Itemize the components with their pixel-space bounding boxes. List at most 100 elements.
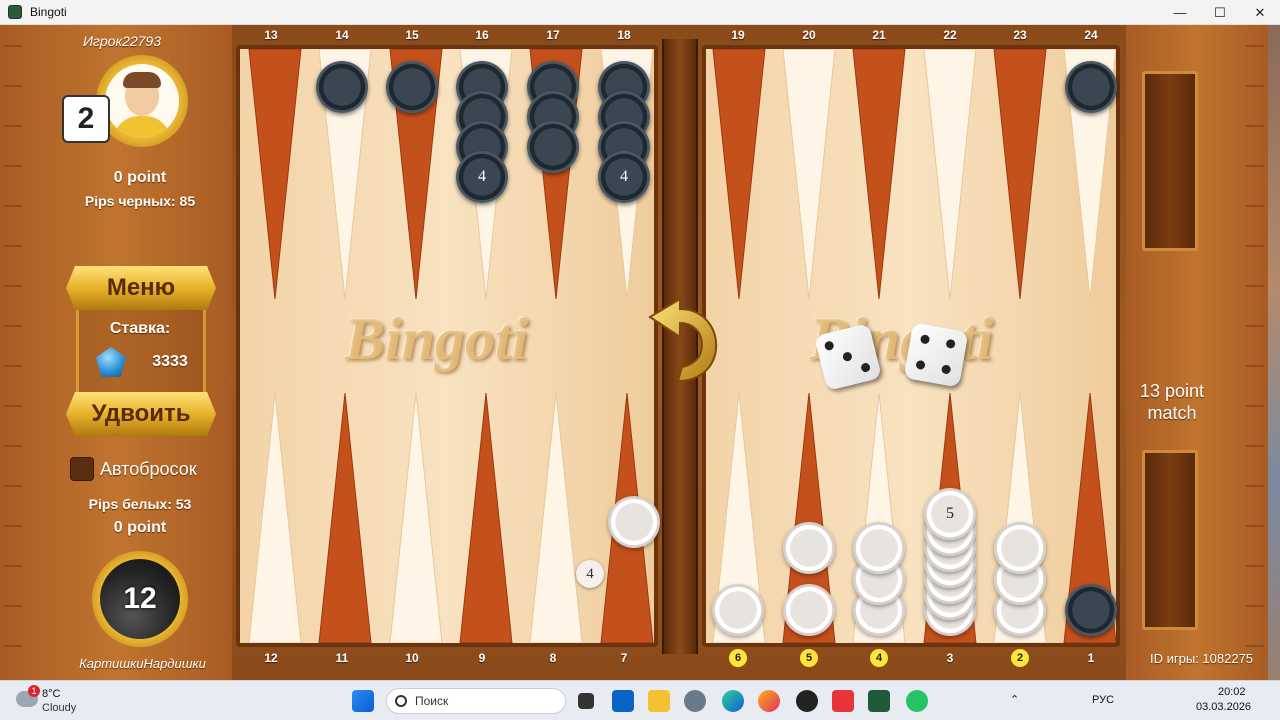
outlook-icon[interactable] [612, 690, 634, 712]
search-placeholder: Поиск [415, 694, 449, 708]
black-checker-point-14[interactable] [316, 61, 368, 113]
maximize-button[interactable]: ☐ [1200, 0, 1240, 25]
start-icon[interactable] [352, 690, 374, 712]
weather-desc: Cloudy [42, 702, 77, 714]
window-titlebar: Bingoti — ☐ ✕ [0, 0, 1280, 25]
stack-count-point-3: 5 [946, 505, 954, 522]
close-button[interactable]: ✕ [1240, 0, 1280, 25]
desktop-background [1268, 25, 1280, 680]
minimize-button[interactable]: — [1160, 0, 1200, 25]
point-number-5: 5 [800, 649, 818, 667]
point-20[interactable] [782, 49, 836, 300]
match-length-line1: 13 point [1139, 381, 1205, 401]
point-11[interactable] [318, 392, 372, 643]
point-number-9: 9 [478, 651, 486, 665]
turn-timer: 12 [92, 551, 188, 647]
autoroll-label[interactable]: Автобросок [100, 459, 220, 480]
game-window: Игрок22793 2 0 point Pips черных: 85 Мен… [0, 25, 1268, 680]
record-icon[interactable] [796, 690, 818, 712]
point-23[interactable] [993, 49, 1047, 300]
stack-count-point-18: 4 [620, 168, 628, 185]
point-number-16: 16 [475, 28, 489, 42]
bingoti-taskbar-icon[interactable] [868, 690, 890, 712]
point-number-17: 17 [546, 28, 560, 42]
point-19[interactable] [712, 49, 766, 300]
weather-temp: 8°C [42, 688, 61, 700]
point-number-2: 2 [1011, 649, 1029, 667]
game-id: ID игры: 1082275 [1150, 651, 1254, 666]
point-number-4: 4 [870, 649, 888, 667]
white-checker-point-6[interactable] [712, 584, 764, 636]
point-number-15: 15 [405, 28, 419, 42]
timer-value: 12 [100, 559, 180, 639]
firefox-icon[interactable] [758, 690, 780, 712]
point-number-19: 19 [731, 28, 745, 42]
weather-widget[interactable]: 1 8°C Cloudy [14, 685, 134, 717]
black-checker-point-18[interactable]: 4 [598, 151, 650, 203]
autoroll-checkbox[interactable] [70, 457, 94, 481]
black-checker-point-17[interactable] [527, 121, 579, 173]
point-number-24: 24 [1084, 28, 1098, 42]
clock-date[interactable]: 03.03.2026 [1196, 701, 1251, 713]
point-number-7: 7 [620, 651, 628, 665]
whatsapp-icon[interactable] [906, 690, 928, 712]
white-bearoff-tray [1142, 450, 1198, 630]
point-number-18: 18 [617, 28, 631, 42]
point-number-22: 22 [943, 28, 957, 42]
point-13[interactable] [248, 49, 302, 300]
bar-checker-count: 4 [576, 560, 604, 588]
black-checker-point-16[interactable]: 4 [456, 151, 508, 203]
point-12[interactable] [248, 392, 302, 643]
clock-time[interactable]: 20:02 [1218, 686, 1246, 698]
die-right[interactable] [903, 322, 969, 388]
point-9[interactable] [459, 392, 513, 643]
white-checker-point-7[interactable] [608, 496, 660, 548]
point-number-21: 21 [872, 28, 886, 42]
board-logo-left: Bingoti [345, 306, 529, 372]
white-checker-point-4[interactable] [853, 522, 905, 574]
task-view-icon[interactable] [578, 693, 594, 709]
black-bearoff-tray [1142, 71, 1198, 251]
bottom-player-name: КартишкиНардишки [79, 656, 206, 671]
window-title: Bingoti [30, 5, 67, 19]
point-number-13: 13 [264, 28, 278, 42]
language-indicator[interactable]: РУС [1092, 694, 1114, 706]
point-number-20: 20 [802, 28, 816, 42]
white-checker-point-3[interactable]: 5 [924, 488, 976, 540]
menu-button[interactable]: Меню [66, 266, 216, 310]
stack-count-point-16: 4 [478, 168, 486, 185]
search-icon [395, 695, 407, 707]
white-checker-point-2[interactable] [994, 522, 1046, 574]
point-number-11: 11 [335, 651, 349, 665]
point-22[interactable] [923, 49, 977, 300]
match-length-label: 13 point match [1128, 380, 1216, 424]
point-10[interactable] [389, 392, 443, 643]
black-checker-point-24[interactable] [1065, 61, 1117, 113]
notification-badge: 1 [28, 685, 40, 697]
bingoti-app-icon [8, 5, 22, 19]
top-player-score: 2 [62, 95, 110, 143]
settings-icon[interactable] [684, 690, 706, 712]
point-number-10: 10 [405, 651, 419, 665]
point-number-12: 12 [264, 651, 278, 665]
tray-chevron-up-icon[interactable]: ⌃ [1010, 693, 1019, 706]
double-button[interactable]: Удвоить [66, 392, 216, 436]
point-21[interactable] [852, 49, 906, 300]
point-number-8: 8 [549, 651, 557, 665]
white-checker-point-5[interactable] [783, 522, 835, 574]
white-checker-point-5[interactable] [783, 584, 835, 636]
point-number-6: 6 [729, 649, 747, 667]
yandex-browser-icon[interactable] [832, 690, 854, 712]
taskbar-search[interactable]: Поиск [386, 688, 566, 714]
point-number-14: 14 [335, 28, 349, 42]
edge-icon[interactable] [722, 690, 744, 712]
top-player-name: Игрок22793 [82, 33, 162, 49]
undo-arrow-icon[interactable] [636, 295, 726, 385]
folder-icon[interactable] [648, 690, 670, 712]
black-checker-point-1[interactable] [1065, 584, 1117, 636]
match-length-line2: match [1147, 403, 1197, 423]
point-number-1: 1 [1087, 651, 1095, 665]
point-number-23: 23 [1013, 28, 1027, 42]
point-8[interactable] [529, 392, 583, 643]
black-checker-point-15[interactable] [386, 61, 438, 113]
